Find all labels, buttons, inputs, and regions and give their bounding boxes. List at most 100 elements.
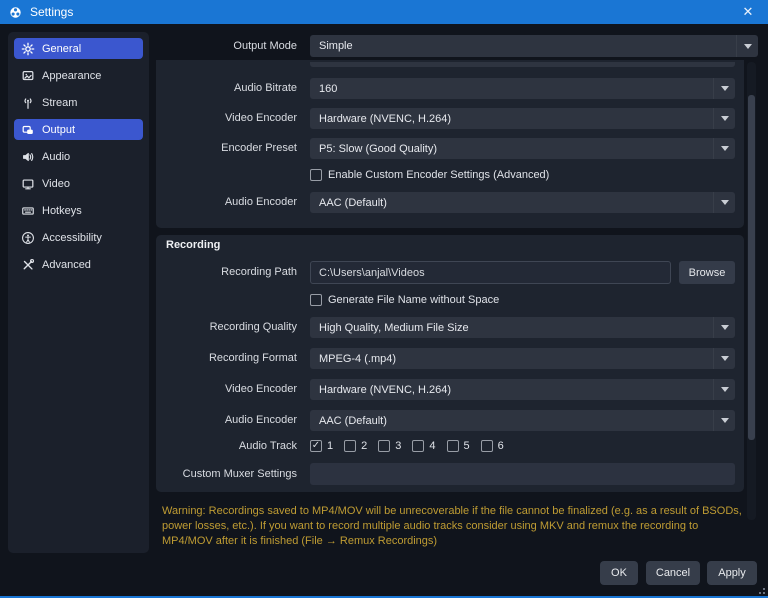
sidebar-item-label: Output: [42, 123, 76, 136]
settings-window: Settings ✕ General Appearance Stream Out…: [0, 0, 768, 598]
chevron-down-icon: [713, 78, 735, 99]
resize-grip[interactable]: [757, 586, 765, 594]
recording-path-label: Recording Path: [221, 266, 297, 278]
sidebar-item-appearance[interactable]: Appearance: [14, 65, 143, 86]
custom-encoder-settings-row: Enable Custom Encoder Settings (Advanced…: [310, 169, 549, 181]
encoder-preset-value: P5: Slow (Good Quality): [319, 142, 437, 155]
rec-video-encoder-label: Video Encoder: [225, 383, 297, 395]
recording-format-value: MPEG-4 (.mp4): [319, 352, 397, 365]
sidebar-item-hotkeys[interactable]: Hotkeys: [14, 200, 143, 221]
output-icon: [21, 123, 35, 137]
mp4-warning-text: Warning: Recordings saved to MP4/MOV wil…: [162, 505, 742, 547]
output-mode-value: Simple: [319, 40, 353, 52]
custom-muxer-label: Custom Muxer Settings: [182, 468, 297, 480]
accessibility-icon: [21, 231, 35, 245]
audio-track-row: ✓ 1 2 3 4 5 6: [310, 440, 510, 452]
ok-button[interactable]: OK: [600, 561, 638, 585]
audio-track-label: Audio Track: [238, 440, 297, 452]
sidebar-item-general[interactable]: General: [14, 38, 143, 59]
recording-quality-value: High Quality, Medium File Size: [319, 321, 469, 334]
stream-audio-encoder-select[interactable]: AAC (Default): [310, 192, 735, 213]
apply-button[interactable]: Apply: [707, 561, 757, 585]
sidebar-item-label: General: [42, 42, 82, 55]
cancel-button[interactable]: Cancel: [646, 561, 700, 585]
chevron-down-icon: [713, 192, 735, 213]
chevron-down-icon: [713, 410, 735, 431]
audio-track-3-label: 3: [395, 440, 402, 452]
stream-video-encoder-label: Video Encoder: [225, 112, 297, 124]
audio-track-1-checkbox[interactable]: ✓: [310, 440, 322, 452]
rec-audio-encoder-label: Audio Encoder: [224, 414, 297, 426]
sidebar-item-accessibility[interactable]: Accessibility: [14, 227, 143, 248]
settings-sidebar: General Appearance Stream Output Audio V…: [8, 32, 149, 553]
audio-track-2-checkbox[interactable]: [344, 440, 357, 452]
rec-video-encoder-select[interactable]: Hardware (NVENC, H.264): [310, 379, 735, 400]
stream-video-encoder-select[interactable]: Hardware (NVENC, H.264): [310, 108, 735, 129]
output-mode-label: Output Mode: [233, 40, 297, 52]
output-mode-select[interactable]: Simple: [310, 35, 758, 57]
no-space-filename-row: Generate File Name without Space: [310, 294, 499, 306]
recording-quality-select[interactable]: High Quality, Medium File Size: [310, 317, 735, 338]
recording-format-label: Recording Format: [208, 352, 297, 364]
encoder-preset-label: Encoder Preset: [221, 142, 297, 154]
video-icon: [21, 177, 35, 191]
recording-path-input[interactable]: [310, 261, 671, 284]
no-space-filename-checkbox[interactable]: [310, 294, 322, 306]
stream-video-encoder-value: Hardware (NVENC, H.264): [319, 112, 452, 125]
stream-icon: [21, 96, 35, 110]
check-icon: ✓: [311, 440, 321, 451]
chevron-down-icon: [713, 379, 735, 400]
sidebar-item-label: Audio: [42, 150, 71, 163]
sidebar-item-stream[interactable]: Stream: [14, 92, 143, 113]
audio-track-2-label: 2: [361, 440, 368, 452]
recording-quality-label: Recording Quality: [209, 321, 297, 333]
chevron-down-icon: [736, 35, 758, 57]
browse-button[interactable]: Browse: [679, 261, 735, 284]
window-title: Settings: [30, 5, 74, 19]
sidebar-item-label: Hotkeys: [42, 204, 82, 217]
rec-audio-encoder-value: AAC (Default): [319, 414, 387, 427]
sidebar-item-label: Appearance: [42, 69, 102, 82]
recording-format-select[interactable]: MPEG-4 (.mp4): [310, 348, 735, 369]
advanced-icon: [21, 258, 35, 272]
audio-track-1-label: 1: [327, 440, 334, 452]
chevron-down-icon: [713, 317, 735, 338]
audio-track-6-checkbox[interactable]: [480, 440, 493, 452]
sidebar-item-audio[interactable]: Audio: [14, 146, 143, 167]
audio-track-5-label: 5: [463, 440, 470, 452]
rec-audio-encoder-select[interactable]: AAC (Default): [310, 410, 735, 431]
custom-muxer-input[interactable]: [310, 463, 735, 485]
sidebar-item-video[interactable]: Video: [14, 173, 143, 194]
sidebar-item-label: Advanced: [42, 258, 91, 271]
audio-track-4-label: 4: [429, 440, 436, 452]
sidebar-item-label: Accessibility: [42, 231, 102, 244]
clipped-combo-edge: [310, 62, 735, 67]
hotkeys-icon: [21, 204, 35, 218]
audio-bitrate-label: Audio Bitrate: [234, 82, 297, 94]
custom-encoder-settings-label: Enable Custom Encoder Settings (Advanced…: [328, 169, 550, 181]
recording-section-title: Recording: [166, 239, 221, 251]
chevron-down-icon: [713, 348, 735, 369]
audio-track-4-checkbox[interactable]: [412, 440, 425, 452]
custom-encoder-settings-checkbox[interactable]: [310, 169, 322, 181]
sidebar-item-advanced[interactable]: Advanced: [14, 254, 143, 275]
obs-logo-icon: [9, 6, 22, 19]
sidebar-item-output[interactable]: Output: [14, 119, 143, 140]
stream-audio-encoder-value: AAC (Default): [319, 196, 387, 209]
sidebar-item-label: Stream: [42, 96, 78, 109]
audio-track-5-checkbox[interactable]: [446, 440, 459, 452]
stream-audio-encoder-label: Audio Encoder: [224, 196, 297, 208]
scrollbar-thumb[interactable]: [748, 95, 755, 440]
audio-bitrate-select[interactable]: 160: [310, 78, 735, 99]
titlebar[interactable]: Settings ✕: [0, 0, 768, 24]
audio-bitrate-value: 160: [319, 82, 338, 95]
no-space-filename-label: Generate File Name without Space: [328, 294, 500, 306]
chevron-down-icon: [713, 108, 735, 129]
close-icon[interactable]: ✕: [728, 0, 768, 24]
audio-track-6-label: 6: [497, 440, 504, 452]
encoder-preset-select[interactable]: P5: Slow (Good Quality): [310, 138, 735, 159]
audio-icon: [21, 150, 35, 164]
sidebar-item-label: Video: [42, 177, 70, 190]
audio-track-3-checkbox[interactable]: [378, 440, 391, 452]
gear-icon: [21, 42, 35, 56]
